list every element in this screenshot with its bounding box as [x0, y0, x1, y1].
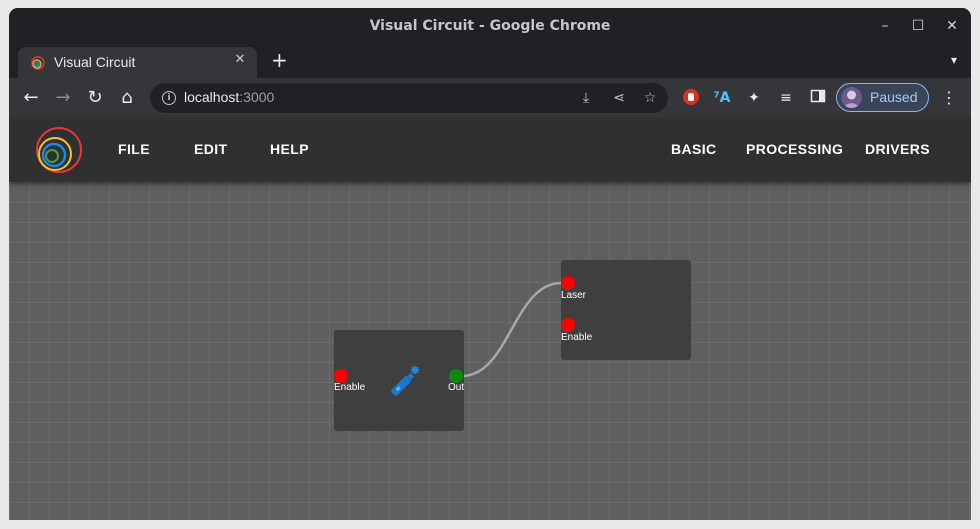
install-app-icon[interactable]: ⤓	[577, 89, 595, 107]
laser-block-node[interactable]: Enable Out	[334, 330, 464, 431]
address-bar[interactable]: i localhost:3000 ⤓ ⋖ ☆	[150, 83, 668, 113]
back-icon[interactable]: ←	[20, 87, 42, 109]
new-tab-icon[interactable]: +	[271, 50, 288, 70]
diagram-canvas[interactable]: Enable Out Laser Enable	[9, 182, 971, 520]
minimize-icon[interactable]: –	[875, 16, 895, 36]
enable-input-port[interactable]	[334, 369, 348, 383]
menu-edit[interactable]: EDIT	[194, 141, 228, 157]
avatar-glyph	[843, 90, 860, 108]
translate-extension-icon[interactable]: ⁷A	[712, 88, 732, 108]
laser-pointer-icon	[391, 366, 419, 396]
profile-status: Paused	[870, 89, 918, 105]
menu-drivers[interactable]: DRIVERS	[865, 141, 930, 157]
tab-strip: Visual Circuit ✕ + ▾	[9, 45, 971, 78]
side-panel-glyph	[810, 89, 826, 103]
home-icon[interactable]: ⌂	[116, 87, 138, 109]
app-menubar: FILE EDIT HELP BASIC PROCESSING DRIVERS	[9, 118, 971, 182]
enable-port-label: Enable	[561, 332, 593, 343]
enable-port-label: Enable	[334, 382, 366, 393]
menu-file[interactable]: FILE	[118, 141, 150, 157]
tab-search-icon[interactable]: ▾	[951, 53, 957, 67]
close-window-icon[interactable]: ✕	[942, 16, 962, 36]
laser-port-label: Laser	[561, 290, 587, 301]
menu-help[interactable]: HELP	[270, 141, 309, 157]
window-title: Visual Circuit - Google Chrome	[369, 18, 611, 34]
visual-circuit-logo-icon[interactable]	[34, 125, 84, 175]
url-text: localhost:3000	[184, 89, 275, 105]
avatar	[841, 87, 862, 108]
share-icon[interactable]: ⋖	[610, 89, 628, 107]
hand-stop-icon	[683, 89, 699, 105]
close-tab-icon[interactable]: ✕	[231, 52, 249, 67]
browser-window: Visual Circuit - Google Chrome – ☐ ✕ Vis…	[9, 8, 971, 520]
browser-toolbar: ← → ↻ ⌂ i localhost:3000 ⤓ ⋖ ☆ ⁷A ✦ ≡ Pa…	[9, 78, 971, 118]
forward-icon[interactable]: →	[52, 87, 74, 109]
profile-button[interactable]: Paused	[836, 83, 929, 112]
chrome-menu-icon[interactable]: ⋮	[941, 88, 957, 107]
media-control-icon[interactable]: ≡	[776, 88, 796, 108]
tab-title: Visual Circuit	[54, 54, 136, 70]
out-port-label: Out	[448, 382, 465, 393]
enable-input-port[interactable]	[561, 318, 575, 332]
maximize-icon[interactable]: ☐	[908, 16, 928, 36]
menu-basic[interactable]: BASIC	[671, 141, 717, 157]
laser-input-port[interactable]	[561, 276, 575, 290]
laser-driver-node[interactable]: Laser Enable	[561, 260, 691, 360]
bookmark-star-icon[interactable]: ☆	[641, 89, 659, 107]
menu-processing[interactable]: PROCESSING	[746, 141, 843, 157]
tab-visual-circuit[interactable]: Visual Circuit ✕	[18, 47, 257, 78]
link-wire[interactable]	[9, 182, 971, 520]
site-info-icon[interactable]: i	[162, 91, 176, 105]
window-titlebar: Visual Circuit - Google Chrome – ☐ ✕	[9, 8, 971, 45]
extensions-puzzle-icon[interactable]: ✦	[744, 88, 764, 108]
side-panel-icon[interactable]	[808, 88, 828, 108]
reload-icon[interactable]: ↻	[84, 87, 106, 109]
out-output-port[interactable]	[449, 369, 463, 383]
favicon-icon	[31, 56, 45, 70]
extension-hand-icon[interactable]	[681, 88, 701, 108]
